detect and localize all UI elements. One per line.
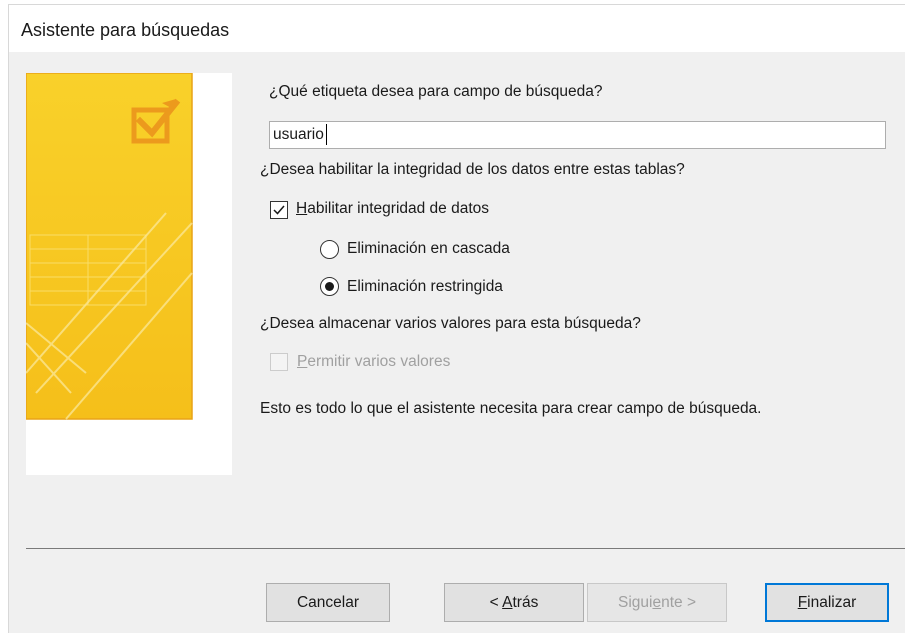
restrict-delete-radio[interactable] <box>320 277 339 296</box>
multi-values-question: ¿Desea almacenar varios valores para est… <box>260 315 641 332</box>
summary-text: Esto es todo lo que el asistente necesit… <box>260 400 762 417</box>
cascade-delete-radio[interactable] <box>320 240 339 259</box>
window-title: Asistente para búsquedas <box>21 20 230 40</box>
back-button-label: < Atrás <box>490 594 539 612</box>
label-input[interactable] <box>269 121 886 149</box>
back-prefix: < <box>489 593 503 611</box>
next-pre: Sigui <box>618 593 653 611</box>
cancel-button[interactable]: Cancelar <box>266 583 390 622</box>
cascade-delete-label[interactable]: Eliminación en cascada <box>347 240 510 258</box>
back-rest: trás <box>512 593 539 611</box>
multi-values-label[interactable]: Permitir varios valores <box>297 353 450 371</box>
lookup-wizard-illustration-icon <box>26 73 193 420</box>
finish-button-label: Finalizar <box>798 594 857 612</box>
integrity-label-rest: abilitar integridad de datos <box>307 200 490 217</box>
integrity-checkbox[interactable] <box>270 201 288 219</box>
restrict-delete-label[interactable]: Eliminación restringida <box>347 278 503 296</box>
multi-accel: P <box>297 353 308 370</box>
label-question: ¿Qué etiqueta desea para campo de búsque… <box>269 83 603 100</box>
cancel-button-label: Cancelar <box>296 593 360 611</box>
back-button[interactable]: < Atrás <box>444 583 584 622</box>
back-accel: A <box>502 593 513 611</box>
finish-accel: F <box>797 593 808 611</box>
multi-values-checkbox[interactable] <box>270 353 288 371</box>
text-caret <box>326 124 327 145</box>
checkmark-icon <box>273 205 285 215</box>
finish-button[interactable]: Finalizar <box>765 583 889 622</box>
finish-rest: inalizar <box>807 593 857 611</box>
next-rest: nte > <box>661 593 696 611</box>
integrity-accel: H <box>296 200 308 217</box>
next-button[interactable]: Siguiente > <box>587 583 727 622</box>
integrity-question: ¿Desea habilitar la integridad de los da… <box>260 161 685 178</box>
multi-label-rest: ermitir varios valores <box>307 353 451 370</box>
integrity-checkbox-label[interactable]: Habilitar integridad de datos <box>296 200 489 218</box>
wizard-art-panel <box>26 73 232 475</box>
radio-selected-dot <box>325 282 334 291</box>
footer-separator <box>26 548 905 549</box>
next-accel: e <box>652 593 662 611</box>
next-button-label: Siguiente > <box>618 594 696 612</box>
title-bar: Asistente para búsquedas <box>8 4 905 52</box>
